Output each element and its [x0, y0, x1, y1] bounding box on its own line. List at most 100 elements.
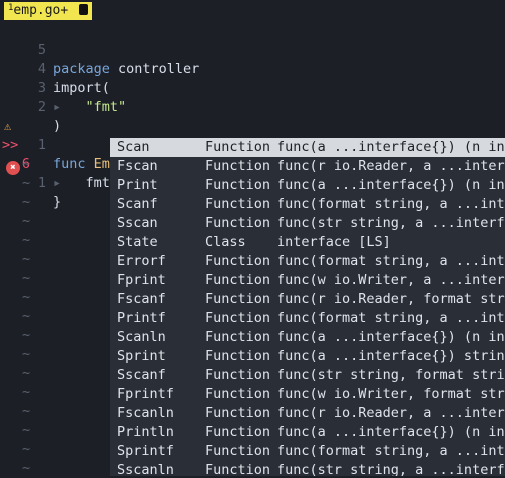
editor-line[interactable]: 3 ▸ "fmt": [0, 60, 505, 115]
completion-menu: func(r io.Reader, a ...interf: [277, 158, 505, 174]
tilde-marker: ~: [22, 194, 31, 210]
completion-item[interactable]: Print Function func(a ...interface{}) (n i…: [110, 176, 505, 195]
completion-menu: func(a ...interface{}) (n int: [277, 424, 505, 440]
completion-menu: func(format string, a ...inte: [277, 196, 505, 212]
completion-word: Sscanln: [117, 462, 174, 476]
tilde-marker: ~: [22, 251, 31, 267]
completion-item[interactable]: Printf Function func(format string, a ...i…: [110, 309, 505, 328]
completion-item[interactable]: Sscanln Function func(str string, a ...int…: [110, 461, 505, 476]
completion-word: Sscanf: [117, 367, 166, 383]
completion-kind: Function: [205, 139, 271, 155]
editor-line[interactable]: 4 import(: [0, 41, 505, 96]
completion-kind: Function: [205, 348, 271, 364]
completion-kind: Function: [205, 443, 271, 459]
completion-word: Sprintf: [117, 443, 174, 459]
completion-menu: func(w io.Writer, a ...interf: [277, 272, 505, 288]
buffer-icon: [79, 4, 89, 15]
completion-item[interactable]: Sscan Function func(str string, a ...inter…: [110, 214, 505, 233]
tilde-marker: ~: [22, 308, 31, 324]
completion-item[interactable]: Fprintf Function func(w io.Writer, format …: [110, 385, 505, 404]
editor-line[interactable]: 5 package controller: [0, 22, 505, 77]
completion-item[interactable]: Fprint Function func(w io.Writer, a ...int…: [110, 271, 505, 290]
tab-emp-go[interactable]: 1emp.go+: [4, 2, 93, 20]
completion-item[interactable]: Fscanf Function func(r io.Reader, format s…: [110, 290, 505, 309]
completion-word: Fscan: [117, 158, 158, 174]
completion-item[interactable]: Sprint Function func(a ...interface{}) str…: [110, 347, 505, 366]
tilde-marker: ~: [22, 289, 31, 305]
completion-kind: Function: [205, 405, 271, 421]
tilde-marker: ~: [22, 327, 31, 343]
completion-item-selected[interactable]: Scan Function func(a ...interface{}) (n in…: [110, 138, 505, 157]
tab-number: 1: [8, 3, 14, 13]
completion-menu: func(a ...interface{}) (n int: [277, 329, 505, 345]
completion-menu: func(str string, a ...interfa: [277, 462, 505, 476]
tilde-marker: ~: [22, 365, 31, 381]
tilde-marker: ~: [22, 384, 31, 400]
completion-item[interactable]: Scanln Function func(a ...interface{}) (n …: [110, 328, 505, 347]
tab-name: emp.go+: [13, 3, 69, 18]
completion-word: Sscan: [117, 215, 158, 231]
completion-item[interactable]: Sprintf Function func(format string, a ...…: [110, 442, 505, 461]
tilde-marker: ~: [22, 270, 31, 286]
completion-kind: Function: [205, 386, 271, 402]
tilde-marker: ~: [22, 156, 31, 172]
completion-menu: func(str string, a ...interfa: [277, 215, 505, 231]
completion-menu: interface [LS]: [277, 234, 391, 250]
tilde-marker: ~: [22, 403, 31, 419]
completion-kind: Class: [205, 234, 246, 250]
completion-word: Sprint: [117, 348, 166, 364]
tilde-marker: ~: [22, 460, 31, 476]
completion-menu: func(w io.Writer, format stri: [277, 386, 505, 402]
tilde-marker: ~: [22, 422, 31, 438]
completion-kind: Function: [205, 215, 271, 231]
completion-word: Scanf: [117, 196, 158, 212]
completion-word: State: [117, 234, 158, 250]
completion-item[interactable]: Scanf Function func(format string, a ...in…: [110, 195, 505, 214]
tilde-marker: ~: [22, 441, 31, 457]
completion-item[interactable]: Fscanln Function func(r io.Reader, a ...in…: [110, 404, 505, 423]
editor-line[interactable]: 2 ): [0, 79, 505, 134]
completion-menu: func(r io.Reader, a ...interf: [277, 405, 505, 421]
completion-menu: func(format string, a ...inte: [277, 443, 505, 459]
tilde-marker: ~: [22, 213, 31, 229]
completion-word: Fscanln: [117, 405, 174, 421]
completion-item[interactable]: Fscan Function func(r io.Reader, a ...inte…: [110, 157, 505, 176]
completion-kind: Function: [205, 291, 271, 307]
completion-item[interactable]: Sscanf Function func(str string, format st…: [110, 366, 505, 385]
completion-kind: Function: [205, 462, 271, 476]
completion-item[interactable]: Errorf Function func(format string, a ...i…: [110, 252, 505, 271]
editor-line-current[interactable]: >> 6 ▸ fmt.: [0, 117, 505, 191]
tilde-marker: ~: [22, 346, 31, 362]
completion-menu: func(a ...interface{}) (n int: [277, 177, 505, 193]
completion-word: Print: [117, 177, 158, 193]
completion-menu: func(a ...interface{}) (n int: [277, 139, 505, 155]
tilde-marker: ~: [22, 175, 31, 191]
completion-kind: Function: [205, 424, 271, 440]
completion-word: Scan: [117, 139, 150, 155]
completion-item[interactable]: State Class interface [LS]: [110, 233, 505, 252]
completion-kind: Function: [205, 272, 271, 288]
completion-word: Println: [117, 424, 174, 440]
completion-menu: func(r io.Reader, format stri: [277, 291, 505, 307]
completion-item[interactable]: Println Function func(a ...interface{}) (n…: [110, 423, 505, 442]
completion-word: Fscanf: [117, 291, 166, 307]
completion-word: Printf: [117, 310, 166, 326]
tilde-marker: ~: [22, 232, 31, 248]
tabline: 1emp.go+: [0, 0, 505, 23]
completion-word: Scanln: [117, 329, 166, 345]
completion-kind: Function: [205, 177, 271, 193]
completion-kind: Function: [205, 158, 271, 174]
completion-kind: Function: [205, 329, 271, 345]
completion-word: Errorf: [117, 253, 166, 269]
completion-menu: func(a ...interface{}) string: [277, 348, 505, 364]
completion-popup[interactable]: Scan Function func(a ...interface{}) (n in…: [110, 138, 505, 476]
completion-kind: Function: [205, 253, 271, 269]
completion-word: Fprintf: [117, 386, 174, 402]
editor-line[interactable]: ⚠ 1 func Empcontoller() {: [0, 98, 505, 172]
completion-menu: func(str string, format strin: [277, 367, 505, 383]
completion-menu: func(format string, a ...inte: [277, 310, 505, 326]
completion-kind: Function: [205, 310, 271, 326]
completion-kind: Function: [205, 196, 271, 212]
completion-kind: Function: [205, 367, 271, 383]
completion-menu: func(format string, a ...inte: [277, 253, 505, 269]
